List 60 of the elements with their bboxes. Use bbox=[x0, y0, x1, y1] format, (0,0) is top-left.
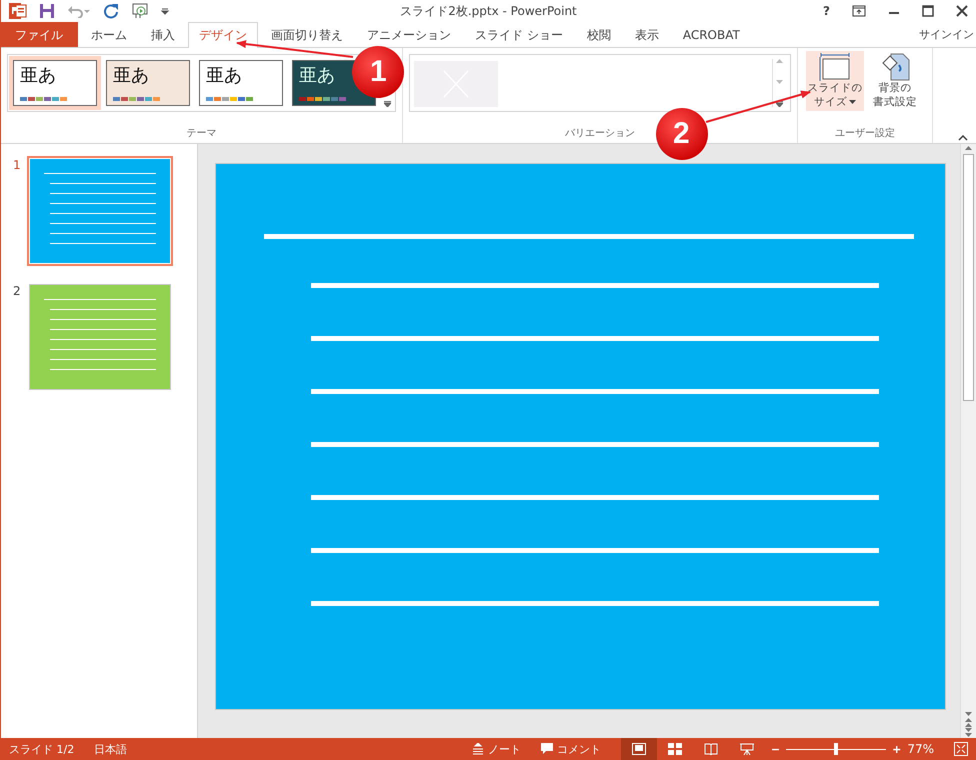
slide-thumbnail[interactable] bbox=[29, 284, 171, 390]
ribbon-tab[interactable]: 画面切り替え bbox=[260, 22, 354, 47]
ribbon-tab[interactable]: ファイル bbox=[1, 22, 78, 47]
zoom-slider[interactable] bbox=[786, 743, 886, 755]
ribbon-tab[interactable]: デザイン bbox=[188, 22, 258, 48]
zoom-level[interactable]: 77% bbox=[907, 742, 934, 756]
fit-to-window-icon[interactable] bbox=[954, 742, 968, 756]
more-icon[interactable] bbox=[384, 101, 391, 107]
close-icon[interactable] bbox=[956, 5, 968, 17]
slide-size-button[interactable]: スライドの サイズ bbox=[806, 51, 864, 111]
ribbon-tab[interactable]: 挿入 bbox=[140, 22, 186, 47]
group-label: ユーザー設定 bbox=[835, 126, 895, 141]
annotation-marker bbox=[352, 46, 404, 98]
notes-icon bbox=[472, 743, 484, 755]
sign-in-link[interactable]: サインイン bbox=[919, 27, 976, 42]
next-slide-icon[interactable] bbox=[965, 728, 972, 738]
previous-slide-icon[interactable] bbox=[965, 718, 972, 728]
slide-number: 2 bbox=[13, 284, 22, 300]
language-indicator[interactable]: 日本語 bbox=[94, 742, 128, 756]
theme-thumbnail[interactable]: 亜あ bbox=[9, 56, 101, 110]
redo-icon[interactable] bbox=[103, 3, 119, 19]
ribbon-tab[interactable]: 校閲 bbox=[576, 22, 622, 47]
ribbon-tab[interactable]: ホーム bbox=[80, 22, 138, 47]
scroll-down-icon[interactable] bbox=[965, 710, 972, 718]
normal-view-icon[interactable] bbox=[620, 738, 657, 760]
undo-icon[interactable] bbox=[67, 4, 91, 18]
gallery-scrollbar[interactable] bbox=[772, 59, 786, 107]
group-label: テーマ bbox=[186, 127, 216, 141]
customize-dropdown-icon[interactable] bbox=[161, 7, 169, 15]
group-label: バリエーション bbox=[565, 127, 635, 141]
more-icon[interactable] bbox=[776, 101, 783, 107]
scrollbar-thumb[interactable] bbox=[963, 154, 974, 401]
scroll-up-icon[interactable] bbox=[965, 144, 972, 152]
slideshow-icon[interactable] bbox=[131, 2, 149, 20]
ribbon-tab[interactable]: ACROBAT bbox=[672, 22, 751, 47]
annotation-marker bbox=[656, 108, 708, 160]
annotation-number: 1 bbox=[370, 57, 387, 87]
ribbon-tab[interactable]: 表示 bbox=[624, 22, 670, 47]
ribbon-display-icon[interactable] bbox=[852, 5, 866, 17]
ribbon-tab[interactable]: スライド ショー bbox=[464, 22, 574, 47]
save-icon[interactable] bbox=[39, 3, 55, 19]
slide-size-icon bbox=[819, 53, 851, 81]
comment-icon bbox=[540, 743, 553, 755]
slide-canvas[interactable] bbox=[215, 163, 946, 710]
slide-counter: スライド 1/2 bbox=[9, 742, 74, 756]
window-title: スライド2枚.pptx - PowerPoint bbox=[400, 2, 577, 20]
zoom-out-button[interactable]: − bbox=[770, 742, 780, 756]
powerpoint-logo-icon[interactable] bbox=[9, 2, 27, 20]
maximize-icon[interactable] bbox=[922, 5, 934, 17]
notes-button[interactable]: ノート bbox=[472, 742, 521, 756]
dropdown-caret-icon bbox=[849, 100, 856, 104]
zoom-slider-thumb[interactable] bbox=[834, 743, 838, 755]
help-button[interactable]: ? bbox=[823, 4, 830, 18]
annotation-number: 2 bbox=[673, 119, 690, 149]
vertical-scrollbar[interactable] bbox=[960, 144, 976, 738]
format-background-button[interactable]: 背景の 書式設定 bbox=[866, 51, 924, 111]
slide-number: 1 bbox=[13, 158, 22, 174]
comments-button[interactable]: コメント bbox=[540, 742, 601, 756]
ribbon-tab[interactable]: アニメーション bbox=[356, 22, 462, 47]
zoom-in-button[interactable]: + bbox=[892, 742, 902, 756]
